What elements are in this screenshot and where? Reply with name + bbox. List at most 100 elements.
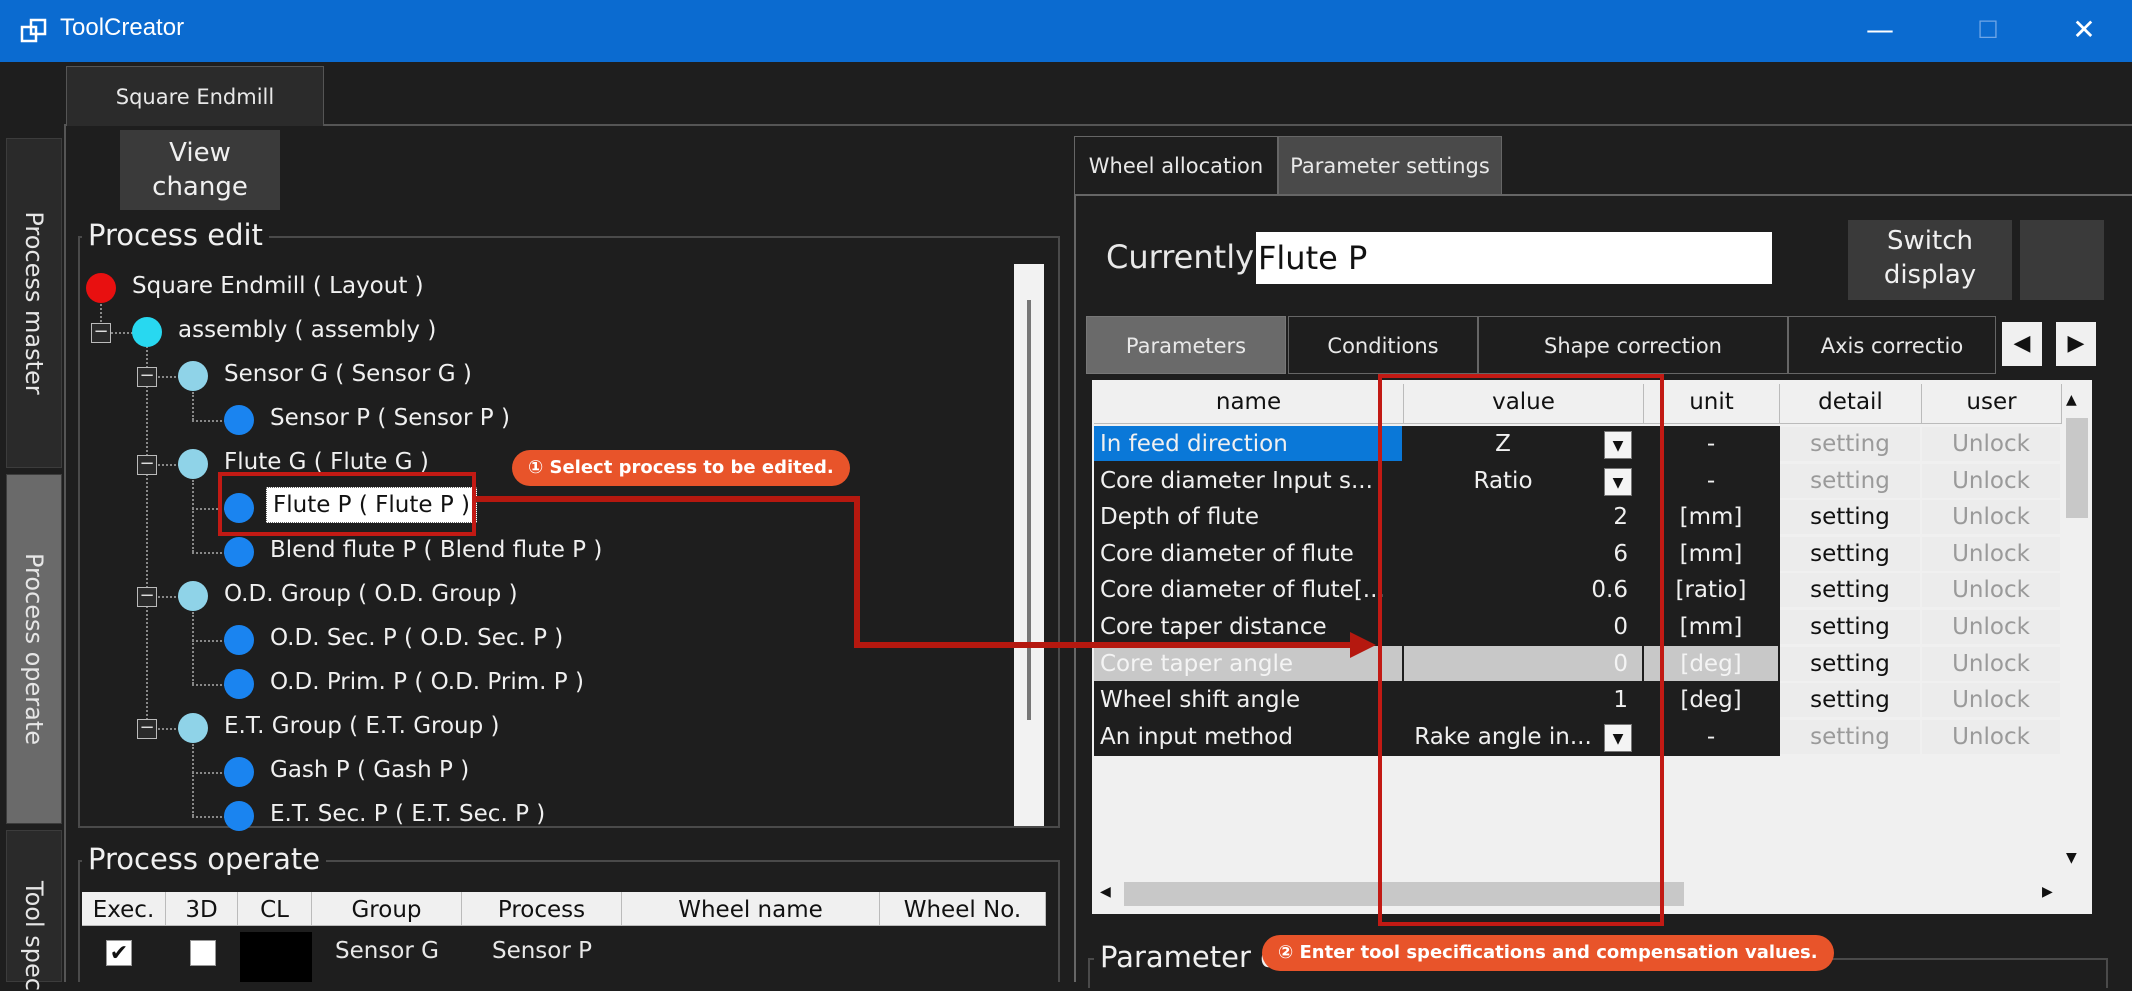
tab-conditions[interactable]: Conditions — [1288, 316, 1478, 374]
side-tab-process-master[interactable]: Process master — [6, 138, 62, 468]
tree-line — [146, 346, 148, 732]
setting-button[interactable]: setting — [1780, 610, 1920, 644]
col-wheel-name[interactable]: Wheel name — [622, 892, 880, 926]
collapse-toggle[interactable]: − — [137, 587, 157, 607]
setting-button[interactable]: setting — [1780, 573, 1920, 607]
scroll-right-icon[interactable]: ▶ — [2042, 884, 2053, 900]
grid-cell-name: Core diameter of flute — [1094, 536, 1404, 573]
tab-square-endmill[interactable]: Square Endmill — [66, 66, 324, 126]
process-operate-title: Process operate — [82, 842, 327, 876]
scroll-down-icon[interactable]: ▼ — [2066, 850, 2077, 866]
tree-line — [192, 612, 194, 684]
maximize-button[interactable]: ☐ — [1968, 12, 2008, 48]
tree-line — [192, 744, 194, 816]
setting-button[interactable]: setting — [1780, 464, 1920, 498]
tree-scrollbar-thumb[interactable] — [1027, 300, 1031, 720]
grid-vscroll-thumb[interactable] — [2066, 418, 2088, 518]
unlock-button[interactable]: Unlock — [1922, 464, 2060, 498]
grid-vscrollbar[interactable]: ▲ ▼ — [2062, 384, 2092, 874]
tab-parameter-settings[interactable]: Parameter settings — [1278, 136, 1502, 194]
grid-col-detail[interactable]: detail — [1780, 384, 1922, 424]
operate-group-cell: Sensor G — [335, 938, 439, 964]
currently-field[interactable]: Flute P — [1256, 232, 1772, 284]
setting-button[interactable]: setting — [1780, 537, 1920, 571]
col-3d[interactable]: 3D — [166, 892, 238, 926]
view-change-button[interactable]: View change — [120, 130, 280, 210]
node-blue-icon — [224, 405, 254, 435]
grid-cell-unit: - — [1644, 719, 1780, 756]
side-tab-tool-spec[interactable]: Tool spec — [6, 830, 62, 991]
callout-step1: ① Select process to be edited. — [512, 450, 850, 486]
node-light-blue-icon — [178, 581, 208, 611]
node-blue-icon — [224, 801, 254, 831]
connector-line — [854, 496, 860, 648]
setting-button[interactable]: setting — [1780, 647, 1920, 681]
unlock-button[interactable]: Unlock — [1922, 500, 2060, 534]
col-cl[interactable]: CL — [238, 892, 312, 926]
node-blue-icon — [224, 625, 254, 655]
tab-wheel-allocation[interactable]: Wheel allocation — [1074, 136, 1278, 194]
grid-col-name[interactable]: name — [1094, 384, 1404, 424]
setting-button[interactable]: setting — [1780, 683, 1920, 717]
tree-scrollbar[interactable] — [1014, 264, 1044, 826]
side-tab-process-operate[interactable]: Process operate — [6, 474, 62, 824]
tab-axis-correction[interactable]: Axis correctio — [1788, 316, 1996, 374]
setting-button[interactable]: setting — [1780, 500, 1920, 534]
unlock-button[interactable]: Unlock — [1922, 720, 2060, 754]
exec-checkbox[interactable]: ✔ — [106, 940, 132, 966]
collapse-toggle[interactable]: − — [137, 367, 157, 387]
window-title: ToolCreator — [60, 14, 185, 41]
extra-button[interactable] — [2020, 220, 2104, 300]
node-blue-icon — [224, 537, 254, 567]
unlock-button[interactable]: Unlock — [1922, 573, 2060, 607]
scroll-left-icon[interactable]: ◀ — [1100, 884, 1111, 900]
tab-scroll-left-icon[interactable]: ◀ — [2002, 322, 2042, 366]
cl-color-swatch[interactable] — [240, 932, 312, 982]
operate-process-cell: Sensor P — [491, 938, 593, 964]
node-blue-icon — [224, 757, 254, 787]
tab-parameters[interactable]: Parameters — [1086, 316, 1286, 374]
app-icon — [20, 18, 48, 44]
grid-col-unit[interactable]: unit — [1644, 384, 1780, 424]
connector-line — [854, 642, 1354, 648]
close-button[interactable]: ✕ — [2064, 12, 2104, 48]
col-process[interactable]: Process — [462, 892, 622, 926]
collapse-toggle[interactable]: − — [137, 455, 157, 475]
grid-cell-unit: - — [1644, 463, 1780, 500]
col-group[interactable]: Group — [312, 892, 462, 926]
grid-cell-unit: [mm] — [1644, 536, 1780, 573]
grid-col-user[interactable]: user — [1922, 384, 2062, 424]
grid-cell-name: An input method — [1094, 719, 1404, 756]
node-light-blue-icon — [178, 713, 208, 743]
unlock-button[interactable]: Unlock — [1922, 427, 2060, 461]
unlock-button[interactable]: Unlock — [1922, 647, 2060, 681]
unlock-button[interactable]: Unlock — [1922, 537, 2060, 571]
node-light-blue-icon — [178, 361, 208, 391]
col-wheel-no[interactable]: Wheel No. — [880, 892, 1046, 926]
setting-button[interactable]: setting — [1780, 720, 1920, 754]
node-red-icon — [86, 273, 116, 303]
grid-cell-unit: [mm] — [1644, 609, 1780, 646]
tree-line — [192, 816, 226, 818]
collapse-toggle[interactable]: − — [91, 323, 111, 343]
title-bar — [0, 0, 2132, 62]
3d-checkbox[interactable] — [190, 940, 216, 966]
tab-scroll-right-icon[interactable]: ▶ — [2056, 322, 2096, 366]
unlock-button[interactable]: Unlock — [1922, 610, 2060, 644]
unlock-button[interactable]: Unlock — [1922, 683, 2060, 717]
highlight-box-value-column — [1378, 374, 1664, 926]
tab-shape-correction[interactable]: Shape correction — [1478, 316, 1788, 374]
grid-cell-name: In feed direction — [1094, 426, 1404, 463]
scroll-up-icon[interactable]: ▲ — [2066, 392, 2077, 408]
grid-cell-name: Depth of flute — [1094, 499, 1404, 536]
collapse-toggle[interactable]: − — [137, 719, 157, 739]
setting-button[interactable]: setting — [1780, 427, 1920, 461]
switch-display-button[interactable]: Switch display — [1848, 220, 2012, 300]
grid-cell-unit: [ratio] — [1644, 572, 1780, 609]
col-exec[interactable]: Exec. — [82, 892, 166, 926]
grid-cell-unit: [deg] — [1644, 682, 1780, 719]
grid-cell-name: Core diameter Input s... — [1094, 463, 1404, 500]
minimize-button[interactable]: — — [1860, 12, 1900, 48]
parameter-detail-title: Parameter d — [1094, 940, 1285, 974]
grid-cell-name: Wheel shift angle — [1094, 682, 1404, 719]
